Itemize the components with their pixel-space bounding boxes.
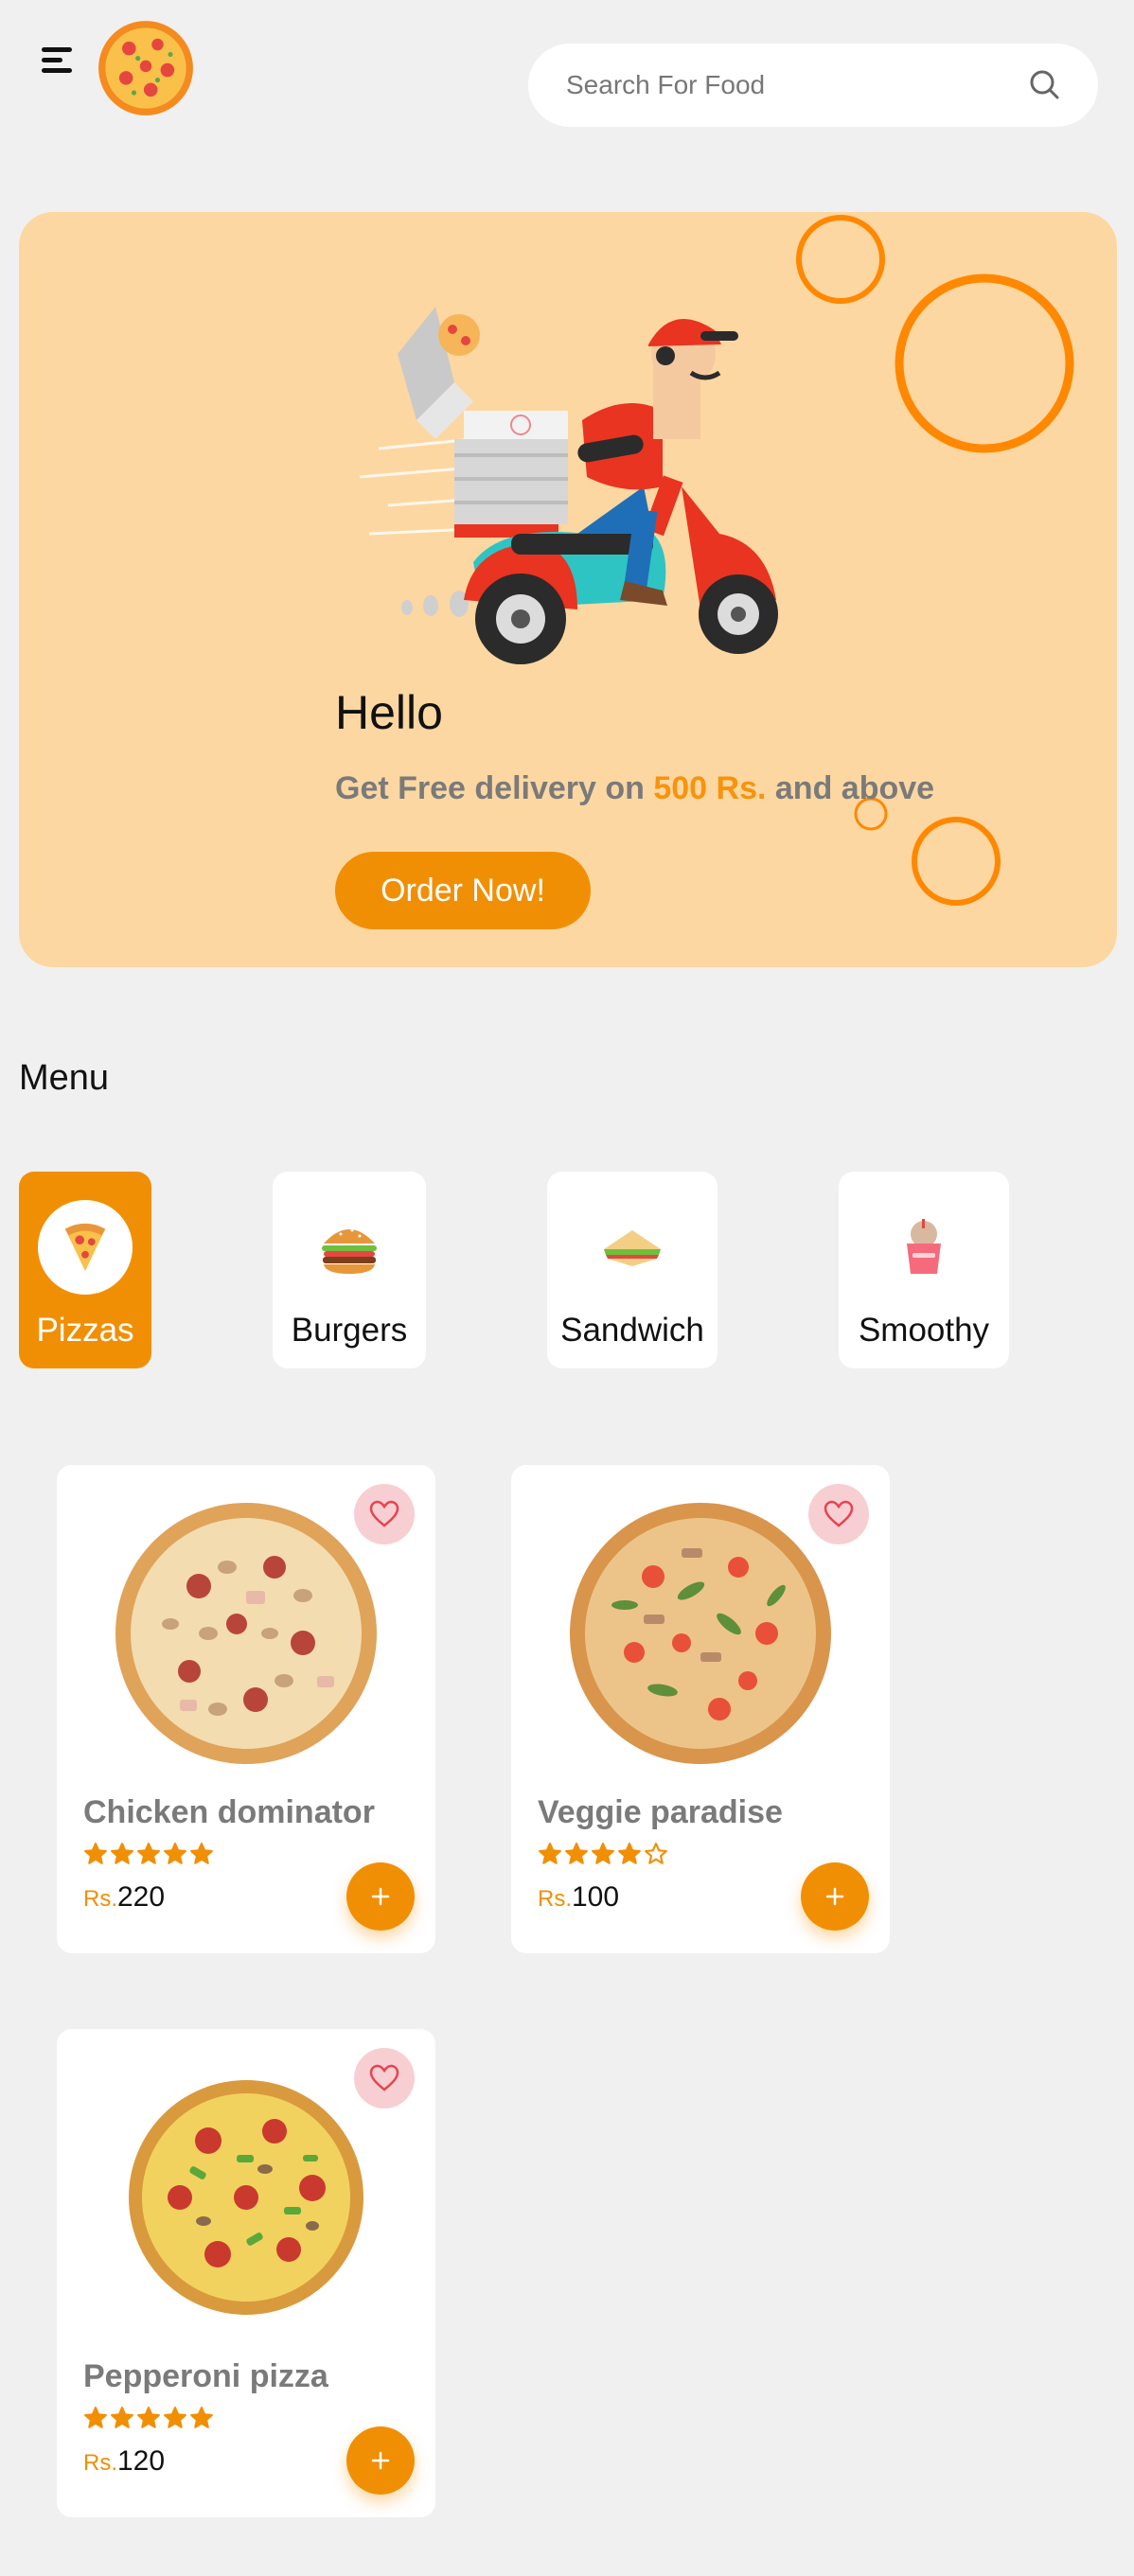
- plus-icon: [371, 2451, 390, 2470]
- product-price: Rs.100: [538, 1881, 619, 1914]
- star-filled-icon: [137, 1843, 160, 1864]
- product-price: Rs.120: [83, 2445, 165, 2478]
- price-currency: Rs.: [538, 1886, 572, 1912]
- star-filled-icon: [190, 2407, 213, 2428]
- hamburger-menu-icon[interactable]: [42, 47, 74, 74]
- pepperoni-pizza-image: [129, 2080, 363, 2315]
- product-card[interactable]: Pepperoni pizza Rs.120: [57, 2029, 435, 2517]
- order-now-button[interactable]: Order Now!: [335, 852, 591, 929]
- plus-icon: [371, 1887, 390, 1906]
- star-filled-icon: [539, 1843, 561, 1864]
- product-name: Pepperoni pizza: [83, 2358, 328, 2394]
- rating-stars: [83, 1842, 214, 1866]
- product-name: Veggie paradise: [538, 1794, 783, 1830]
- hero-subtitle-suffix: and above: [766, 770, 935, 806]
- hero-title: Hello: [335, 686, 443, 739]
- category-smoothy[interactable]: Smoothy: [839, 1172, 1009, 1368]
- menu-section-title: Menu: [19, 1058, 110, 1098]
- product-name: Chicken dominator: [83, 1794, 375, 1830]
- hero-subtitle-highlight: 500 Rs.: [653, 770, 767, 806]
- price-value: 220: [117, 1881, 166, 1913]
- category-pizzas[interactable]: Pizzas: [19, 1172, 151, 1368]
- price-value: 120: [117, 2445, 166, 2477]
- category-label: Sandwich: [560, 1312, 704, 1349]
- price-currency: Rs.: [83, 2450, 117, 2476]
- plus-icon: [825, 1887, 844, 1906]
- chicken-dominator-pizza-image: [115, 1503, 377, 1764]
- category-label: Burgers: [291, 1312, 408, 1349]
- hero-subtitle: Get Free delivery on 500 Rs. and above: [335, 770, 934, 807]
- add-to-cart-button[interactable]: [346, 1862, 415, 1931]
- pizza-logo-icon[interactable]: [97, 19, 195, 117]
- star-filled-icon: [164, 2407, 186, 2428]
- star-filled-icon: [190, 1843, 213, 1864]
- star-filled-icon: [84, 1843, 107, 1864]
- category-sandwich[interactable]: Sandwich: [547, 1172, 718, 1368]
- star-filled-icon: [84, 2407, 107, 2428]
- sandwich-icon: [585, 1200, 680, 1295]
- star-filled-icon: [111, 2407, 133, 2428]
- star-filled-icon: [137, 2407, 160, 2428]
- search-input[interactable]: [566, 70, 1026, 100]
- star-empty-icon: [645, 1843, 667, 1864]
- product-card[interactable]: Chicken dominator Rs.220: [57, 1465, 435, 1953]
- search-bar[interactable]: [528, 44, 1098, 127]
- add-to-cart-button[interactable]: [346, 2426, 415, 2495]
- burger-icon: [302, 1200, 397, 1295]
- category-label: Pizzas: [36, 1312, 134, 1349]
- star-filled-icon: [164, 1843, 186, 1864]
- smoothie-icon: [877, 1200, 971, 1295]
- star-filled-icon: [618, 1843, 641, 1864]
- add-to-cart-button[interactable]: [801, 1862, 869, 1931]
- veggie-paradise-pizza-image: [570, 1503, 831, 1764]
- price-currency: Rs.: [83, 1886, 117, 1912]
- rating-stars: [83, 2406, 214, 2430]
- star-filled-icon: [565, 1843, 588, 1864]
- product-card[interactable]: Veggie paradise Rs.100: [511, 1465, 890, 1953]
- pizza-slice-icon: [38, 1200, 133, 1295]
- star-filled-icon: [111, 1843, 133, 1864]
- product-price: Rs.220: [83, 1881, 165, 1914]
- category-burgers[interactable]: Burgers: [273, 1172, 426, 1368]
- hero-subtitle-prefix: Get Free delivery on: [335, 770, 654, 806]
- star-filled-icon: [592, 1843, 614, 1864]
- price-value: 100: [572, 1881, 620, 1913]
- rating-stars: [538, 1842, 668, 1866]
- category-label: Smoothy: [858, 1312, 990, 1349]
- search-icon[interactable]: [1026, 66, 1064, 104]
- hero-banner: Hello Get Free delivery on 500 Rs. and a…: [19, 212, 1117, 967]
